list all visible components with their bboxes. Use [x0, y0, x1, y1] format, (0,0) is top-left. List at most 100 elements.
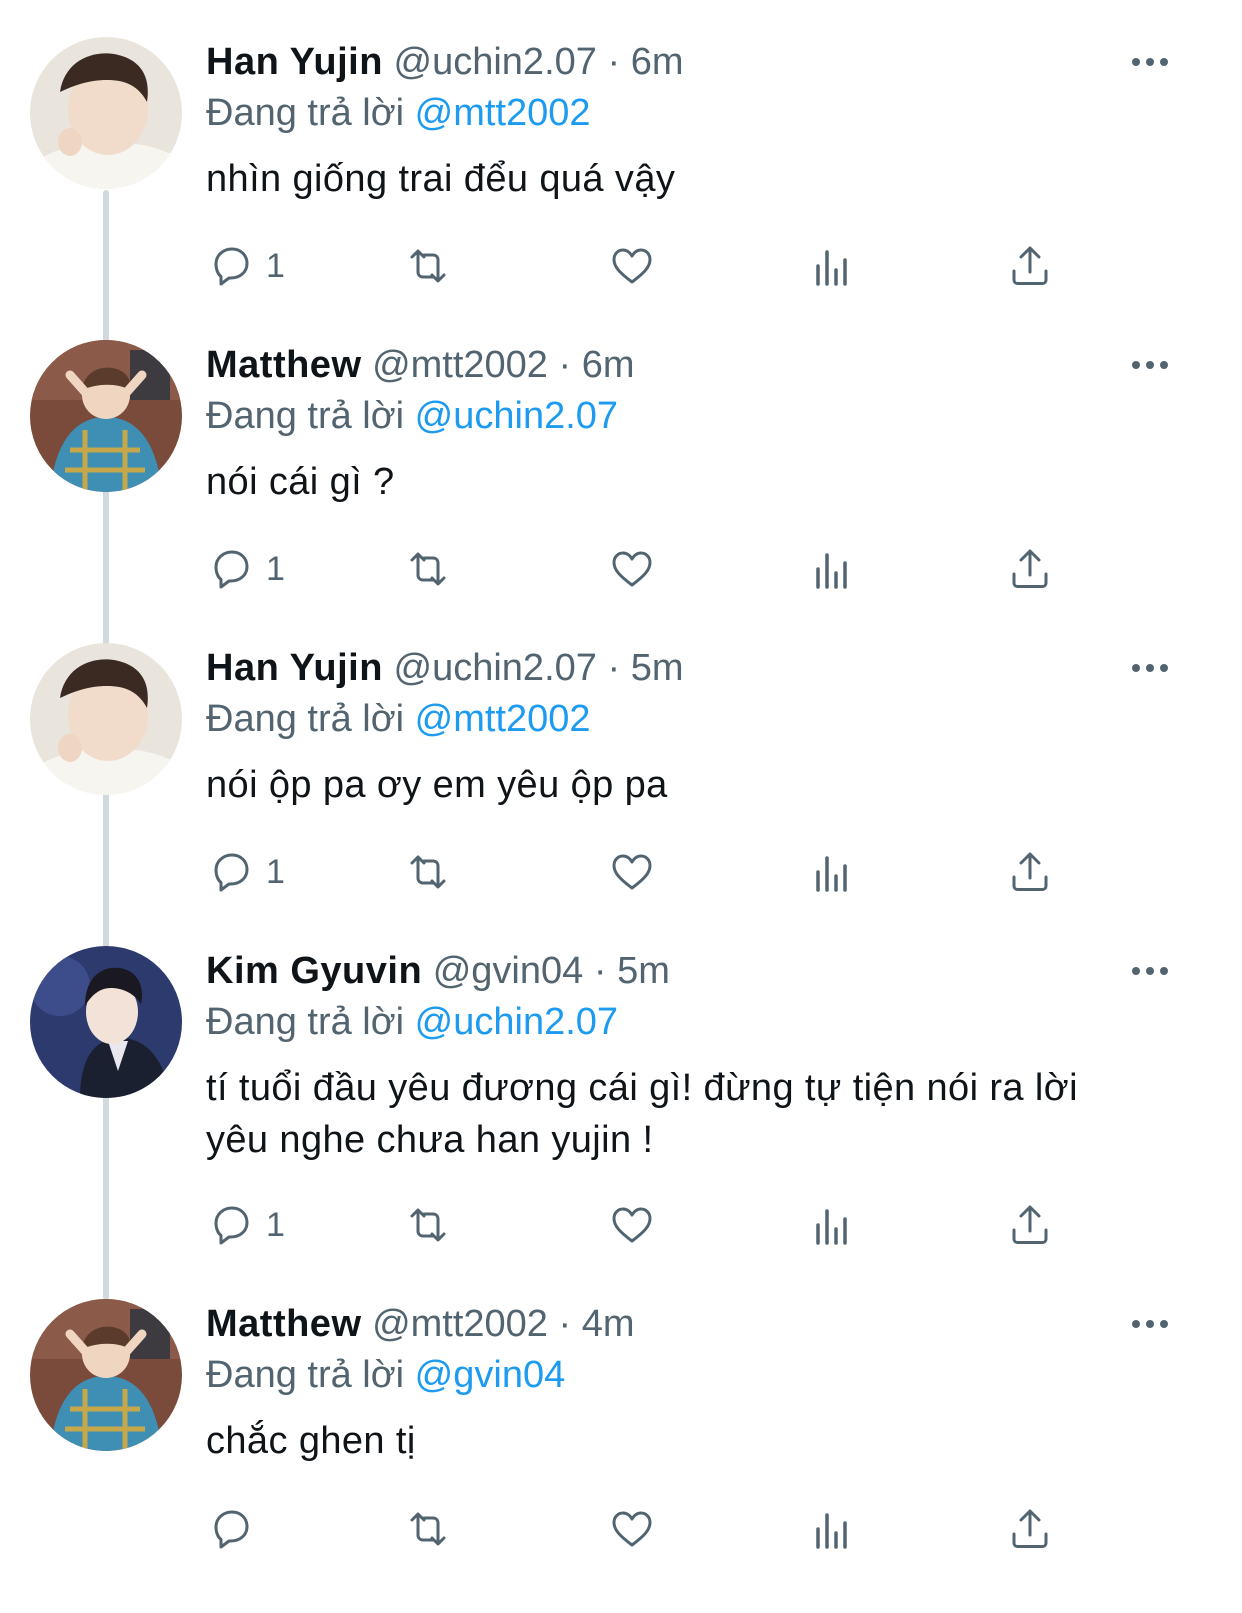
- tweet-text-line: tí tuổi đầu yêu đương cái gì! đừng tự ti…: [206, 1067, 1078, 1109]
- analytics-button[interactable]: [808, 544, 856, 594]
- share-button[interactable]: [1006, 1504, 1054, 1554]
- reply-icon: [214, 1206, 249, 1245]
- reply-button[interactable]: [206, 1504, 266, 1554]
- reply-prefix: Đang trả lời: [206, 395, 405, 437]
- like-button[interactable]: [608, 241, 656, 291]
- share-icon: [1012, 549, 1048, 588]
- reply-count: 1: [266, 852, 285, 891]
- mention-link[interactable]: @mtt2002: [415, 92, 591, 134]
- avatar[interactable]: [30, 37, 182, 189]
- retweet-icon: [410, 249, 446, 283]
- reply-count: 1: [266, 246, 285, 285]
- tweet[interactable]: Han Yujin @uchin2.07 · 5m Đang trả lời @…: [0, 606, 1242, 909]
- heart-icon: [612, 248, 652, 284]
- timestamp[interactable]: 4m: [582, 1303, 635, 1345]
- more-options-icon[interactable]: [1130, 1314, 1170, 1334]
- like-button[interactable]: [608, 1504, 656, 1554]
- display-name[interactable]: Han Yujin: [206, 41, 383, 83]
- handle[interactable]: @uchin2.07: [394, 41, 597, 83]
- more-options-icon[interactable]: [1130, 355, 1170, 375]
- tweet[interactable]: Matthew @mtt2002 · 6m Đang trả lời @uchi…: [0, 303, 1242, 606]
- handle[interactable]: @gvin04: [433, 950, 584, 992]
- tweet-text-line: yêu nghe chưa han yujin !: [206, 1119, 654, 1161]
- separator-dot: ·: [558, 344, 572, 386]
- separator-dot: ·: [593, 950, 607, 992]
- analytics-button[interactable]: [808, 847, 856, 897]
- mention-link[interactable]: @uchin2.07: [415, 395, 618, 437]
- like-button[interactable]: [608, 847, 656, 897]
- mention-link[interactable]: @uchin2.07: [415, 1001, 618, 1043]
- retweet-icon: [410, 1208, 446, 1242]
- reply-prefix: Đang trả lời: [206, 698, 405, 740]
- handle[interactable]: @uchin2.07: [394, 647, 597, 689]
- reply-button[interactable]: 1: [206, 1200, 285, 1250]
- tweet-text: nhìn giống trai đểu quá vậy: [206, 158, 676, 200]
- timestamp[interactable]: 6m: [582, 344, 635, 386]
- more-options-icon[interactable]: [1130, 52, 1170, 72]
- share-button[interactable]: [1006, 1200, 1054, 1250]
- reply-prefix: Đang trả lời: [206, 1001, 405, 1043]
- retweet-icon: [410, 1512, 446, 1546]
- retweet-button[interactable]: [404, 544, 452, 594]
- bar-chart-icon: [816, 250, 847, 286]
- reply-button[interactable]: 1: [206, 241, 285, 291]
- like-button[interactable]: [608, 544, 656, 594]
- heart-icon: [612, 1511, 652, 1547]
- action-bar: [206, 1504, 1106, 1554]
- timestamp[interactable]: 5m: [617, 950, 670, 992]
- reply-button[interactable]: 1: [206, 847, 285, 897]
- tweet-text: nói cái gì ?: [206, 461, 395, 503]
- retweet-icon: [410, 855, 446, 889]
- tweet[interactable]: Kim Gyuvin @gvin04 · 5m Đang trả lời @uc…: [0, 909, 1242, 1262]
- mention-link[interactable]: @mtt2002: [415, 698, 591, 740]
- share-icon: [1012, 852, 1048, 891]
- avatar[interactable]: [30, 946, 182, 1098]
- heart-icon: [612, 854, 652, 890]
- action-bar: 1: [206, 847, 1106, 897]
- tweet[interactable]: Han Yujin @uchin2.07 · 6m Đang trả lời @…: [0, 0, 1242, 303]
- reply-count: 1: [266, 549, 285, 588]
- timestamp[interactable]: 6m: [631, 41, 684, 83]
- display-name[interactable]: Kim Gyuvin: [206, 950, 422, 992]
- replying-to: Đang trả lời @uchin2.07: [206, 996, 1182, 1048]
- more-options-icon[interactable]: [1130, 658, 1170, 678]
- timestamp[interactable]: 5m: [631, 647, 684, 689]
- bar-chart-icon: [816, 1209, 847, 1245]
- action-bar: 1: [206, 241, 1106, 291]
- display-name[interactable]: Han Yujin: [206, 647, 383, 689]
- tweet[interactable]: Matthew @mtt2002 · 4m Đang trả lời @gvin…: [0, 1262, 1242, 1613]
- handle[interactable]: @mtt2002: [372, 1303, 548, 1345]
- share-icon: [1012, 1205, 1048, 1244]
- separator-dot: ·: [558, 1303, 572, 1345]
- bar-chart-icon: [816, 1513, 847, 1549]
- avatar[interactable]: [30, 643, 182, 795]
- share-button[interactable]: [1006, 847, 1054, 897]
- tweet-text: chắc ghen tị: [206, 1420, 416, 1462]
- handle[interactable]: @mtt2002: [372, 344, 548, 386]
- replying-to: Đang trả lời @gvin04: [206, 1349, 1182, 1401]
- avatar[interactable]: [30, 340, 182, 492]
- analytics-button[interactable]: [808, 1200, 856, 1250]
- share-button[interactable]: [1006, 241, 1054, 291]
- retweet-button[interactable]: [404, 241, 452, 291]
- replying-to: Đang trả lời @uchin2.07: [206, 390, 1182, 442]
- reply-icon: [214, 247, 249, 286]
- mention-link[interactable]: @gvin04: [415, 1354, 566, 1396]
- display-name[interactable]: Matthew: [206, 1303, 362, 1345]
- avatar[interactable]: [30, 1299, 182, 1451]
- more-options-icon[interactable]: [1130, 961, 1170, 981]
- tweet-text: nói ộp pa ơy em yêu ộp pa: [206, 764, 668, 806]
- reply-prefix: Đang trả lời: [206, 1354, 405, 1396]
- share-button[interactable]: [1006, 544, 1054, 594]
- like-button[interactable]: [608, 1200, 656, 1250]
- share-icon: [1012, 1509, 1048, 1548]
- retweet-button[interactable]: [404, 1200, 452, 1250]
- analytics-button[interactable]: [808, 241, 856, 291]
- heart-icon: [612, 1207, 652, 1243]
- display-name[interactable]: Matthew: [206, 344, 362, 386]
- retweet-button[interactable]: [404, 1504, 452, 1554]
- reply-button[interactable]: 1: [206, 544, 285, 594]
- reply-count: 1: [266, 1205, 285, 1244]
- analytics-button[interactable]: [808, 1504, 856, 1554]
- retweet-button[interactable]: [404, 847, 452, 897]
